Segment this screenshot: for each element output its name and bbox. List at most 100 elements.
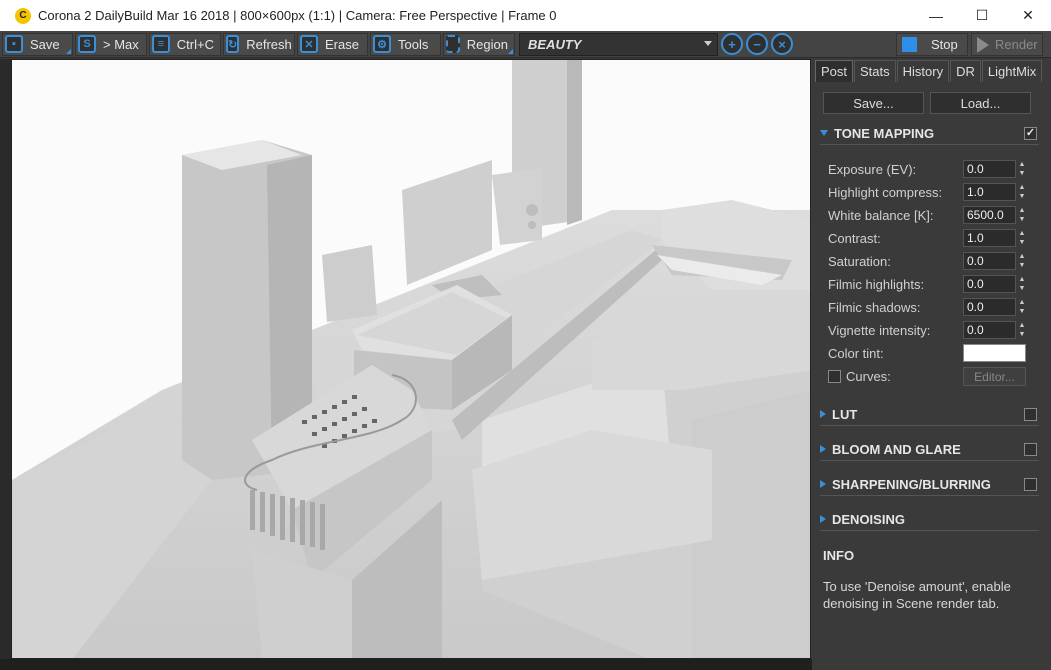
copy-button-label: Ctrl+C: [176, 36, 214, 52]
stop-button-label: Stop: [931, 37, 958, 52]
vignette-input[interactable]: 0.0: [963, 321, 1016, 339]
lut-header[interactable]: LUT: [820, 403, 1039, 426]
close-button[interactable]: ✕: [1005, 0, 1051, 31]
zoom-out-icon[interactable]: −: [746, 33, 768, 55]
save-button[interactable]: ▪ Save: [2, 32, 73, 56]
saturation-input[interactable]: 0.0: [963, 252, 1016, 270]
filmic-shadows-spinner-icon[interactable]: ▲ ▼: [1018, 298, 1026, 316]
filmic-highlights-spinner-icon[interactable]: ▲ ▼: [1018, 275, 1026, 293]
chevron-down-icon: [704, 40, 712, 46]
save-load-row: Save... Load...: [823, 92, 1031, 114]
render-button[interactable]: Render: [971, 33, 1043, 56]
contrast-label: Contrast:: [828, 230, 881, 246]
corona-logo-icon: C: [15, 7, 31, 24]
copy-button[interactable]: ≡ Ctrl+C: [149, 32, 221, 56]
highlight-spinner-icon[interactable]: ▲ ▼: [1018, 183, 1026, 201]
max-logo-icon: S: [78, 35, 96, 53]
denoising-header[interactable]: DENOISING: [820, 508, 1039, 531]
filmic-shadows-input[interactable]: 0.0: [963, 298, 1016, 316]
exposure-row: Exposure (EV): 0.0 ▲ ▼: [828, 159, 1028, 179]
refresh-button[interactable]: ↻ Refresh: [223, 32, 295, 56]
saturation-row: Saturation: 0.0 ▲ ▼: [828, 251, 1028, 271]
filmic-highlights-input[interactable]: 0.0: [963, 275, 1016, 293]
info-title: INFO: [823, 548, 855, 563]
window-title: Corona 2 DailyBuild Mar 16 2018 | 800×60…: [38, 8, 557, 23]
white-balance-spinner-icon[interactable]: ▲ ▼: [1018, 206, 1026, 224]
tools-button-label: Tools: [398, 36, 429, 52]
zoom-in-icon[interactable]: +: [721, 33, 743, 55]
sharpening-header[interactable]: SHARPENING/BLURRING: [820, 473, 1039, 496]
sharpening-title: SHARPENING/BLURRING: [832, 476, 991, 492]
tone-mapping-title: TONE MAPPING: [834, 125, 935, 141]
tone-mapping-checkbox[interactable]: ✓: [1024, 127, 1037, 140]
white-balance-label: White balance [K]:: [828, 207, 934, 223]
title-bar: C Corona 2 DailyBuild Mar 16 2018 | 800×…: [0, 0, 1051, 31]
tools-button[interactable]: ⚙ Tools: [370, 32, 441, 56]
contrast-input[interactable]: 1.0: [963, 229, 1016, 247]
refresh-icon: ↻: [226, 35, 240, 53]
tab-history[interactable]: History: [896, 60, 950, 82]
vignette-spinner-icon[interactable]: ▲ ▼: [1018, 321, 1026, 339]
bloom-glare-checkbox[interactable]: [1024, 443, 1037, 456]
highlight-compress-label: Highlight compress:: [828, 184, 943, 200]
vignette-label: Vignette intensity:: [828, 322, 931, 338]
tone-mapping-header[interactable]: TONE MAPPING ✓: [820, 122, 1039, 145]
exposure-label: Exposure (EV):: [828, 161, 917, 177]
zoom-fit-icon[interactable]: ×: [771, 33, 793, 55]
exposure-input[interactable]: 0.0: [963, 160, 1016, 178]
filmic-shadows-row: Filmic shadows: 0.0 ▲ ▼: [828, 297, 1028, 317]
color-tint-row: Color tint:: [828, 343, 1028, 363]
contrast-spinner-icon[interactable]: ▲ ▼: [1018, 229, 1026, 247]
max-button-label: > Max: [103, 36, 139, 52]
tab-stats[interactable]: Stats: [854, 60, 896, 82]
color-tint-label: Color tint:: [828, 345, 884, 361]
color-tint-swatch[interactable]: [963, 344, 1026, 362]
curves-checkbox[interactable]: [828, 369, 841, 383]
stop-button[interactable]: Stop: [896, 33, 968, 56]
filmic-highlights-row: Filmic highlights: 0.0 ▲ ▼: [828, 274, 1028, 294]
tab-dr[interactable]: DR: [950, 60, 981, 82]
lut-checkbox[interactable]: [1024, 408, 1037, 421]
vignette-row: Vignette intensity: 0.0 ▲ ▼: [828, 320, 1028, 340]
bloom-glare-header[interactable]: BLOOM AND GLARE: [820, 438, 1039, 461]
curves-editor-button[interactable]: Editor...: [963, 367, 1026, 386]
save-settings-button[interactable]: Save...: [823, 92, 924, 114]
region-button-label: Region: [466, 36, 508, 52]
collapse-arrow-icon: [820, 480, 826, 488]
sharpening-checkbox[interactable]: [1024, 478, 1037, 491]
saturation-spinner-icon[interactable]: ▲ ▼: [1018, 252, 1026, 270]
curves-label: Curves:: [846, 368, 891, 384]
render-viewport[interactable]: [11, 59, 811, 659]
toolbar: ▪ Save S > Max ≡ Ctrl+C ↻ Refresh ✕ Eras…: [0, 31, 1051, 58]
region-button[interactable]: Region: [443, 32, 515, 56]
region-select-icon: [446, 35, 460, 53]
lut-title: LUT: [832, 406, 858, 422]
erase-button-label: Erase: [325, 36, 359, 52]
render-pass-value: BEAUTY: [528, 36, 582, 52]
left-background-strip: [0, 59, 11, 670]
exposure-spinner-icon[interactable]: ▲ ▼: [1018, 160, 1026, 178]
post-processing-panel: Post Stats History DR LightMix Save... L…: [812, 58, 1051, 670]
tab-lightmix[interactable]: LightMix: [981, 60, 1043, 82]
tab-post[interactable]: Post: [815, 60, 854, 82]
erase-button[interactable]: ✕ Erase: [297, 32, 368, 56]
window-controls: — ☐ ✕: [913, 0, 1051, 31]
render-pass-select[interactable]: BEAUTY: [519, 32, 718, 56]
save-button-label: Save: [30, 36, 60, 52]
max-button[interactable]: S > Max: [75, 32, 147, 56]
curves-row: Curves: Editor...: [828, 366, 1028, 386]
minimize-button[interactable]: —: [913, 0, 959, 31]
denoising-title: DENOISING: [832, 511, 905, 527]
maximize-button[interactable]: ☐: [959, 0, 1005, 31]
load-settings-button[interactable]: Load...: [930, 92, 1031, 114]
highlight-compress-input[interactable]: 1.0: [963, 183, 1016, 201]
stop-square-icon: [902, 37, 917, 52]
collapse-arrow-icon: [820, 445, 826, 453]
erase-x-icon: ✕: [300, 35, 318, 53]
bloom-glare-title: BLOOM AND GLARE: [832, 441, 961, 457]
white-balance-input[interactable]: 6500.0: [963, 206, 1016, 224]
info-text: To use 'Denoise amount', enable denoisin…: [823, 579, 1011, 611]
collapse-arrow-icon: [820, 515, 826, 523]
render-button-label: Render: [995, 37, 1038, 52]
contrast-row: Contrast: 1.0 ▲ ▼: [828, 228, 1028, 248]
